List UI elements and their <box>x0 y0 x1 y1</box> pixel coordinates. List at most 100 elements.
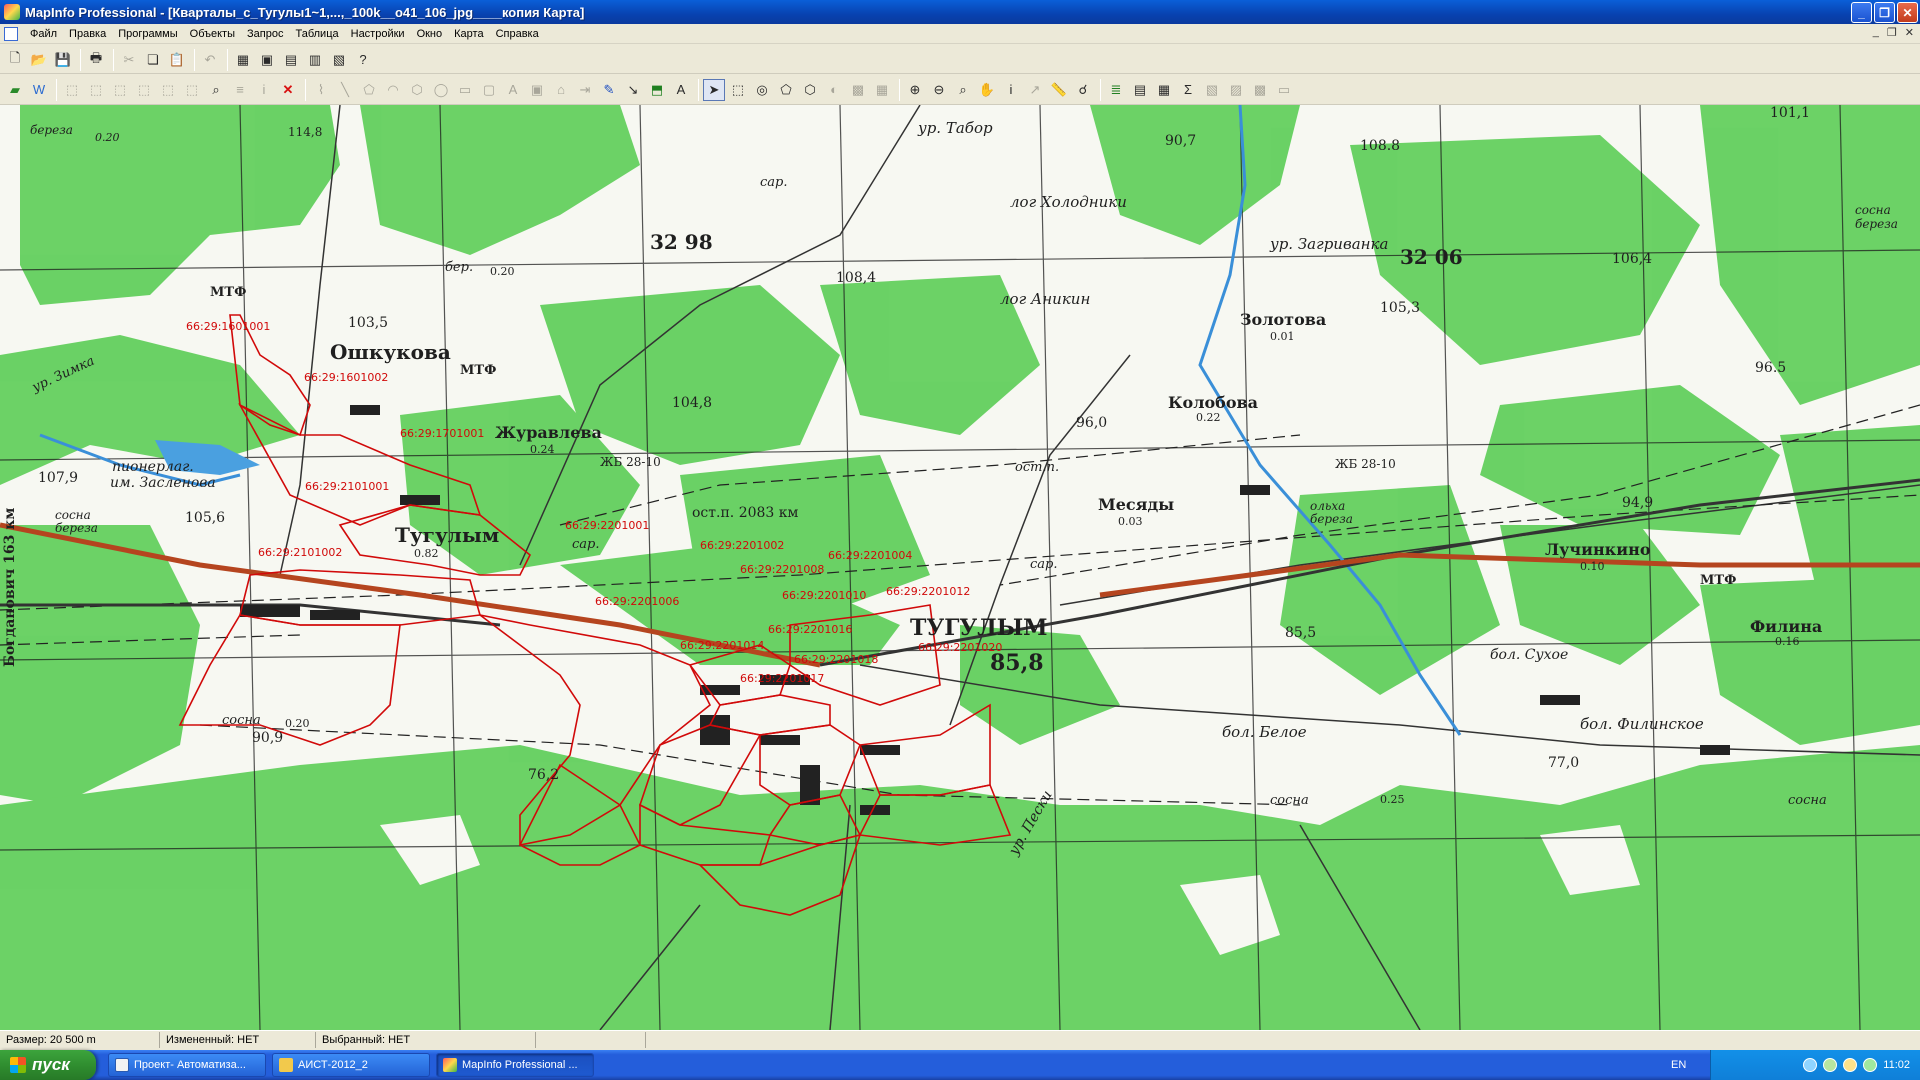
parcel-label[interactable]: 66:29:2101001 <box>305 480 389 493</box>
sum-icon[interactable]: Σ <box>1177 79 1199 101</box>
parcel-label[interactable]: 66:29:2201004 <box>828 549 912 562</box>
grabber-hand-icon[interactable]: ✋ <box>976 79 998 101</box>
change-view-icon[interactable]: ⌕ <box>952 79 974 101</box>
parcel-label[interactable]: 66:29:2201006 <box>595 595 679 608</box>
line-style-icon[interactable]: ⬚ <box>133 79 155 101</box>
line-icon[interactable]: ╲ <box>334 79 356 101</box>
close-button[interactable]: ✕ <box>1897 2 1918 23</box>
parcel-label[interactable]: 66:29:1601001 <box>186 320 270 333</box>
layer-icon[interactable]: ≡ <box>229 79 251 101</box>
menu-objects[interactable]: Объекты <box>184 25 241 43</box>
legend-icon[interactable]: ▩ <box>1249 79 1271 101</box>
rounded-rect-icon[interactable]: ▢ <box>478 79 500 101</box>
menu-file[interactable]: Файл <box>24 25 63 43</box>
restore-button[interactable]: ❐ <box>1874 2 1895 23</box>
reshape-icon[interactable]: ⬚ <box>61 79 83 101</box>
show-legend-icon[interactable]: ▤ <box>1129 79 1151 101</box>
ruler-icon[interactable]: 📏 <box>1048 79 1070 101</box>
document-icon[interactable] <box>4 26 18 41</box>
region-icon[interactable]: ⬡ <box>406 79 428 101</box>
start-button[interactable]: пуск <box>0 1050 96 1080</box>
info-tool-icon[interactable]: i <box>1000 79 1022 101</box>
symbol-style-icon[interactable]: ⬚ <box>109 79 131 101</box>
zoom-out-icon[interactable]: ⊖ <box>928 79 950 101</box>
invert-select-icon[interactable]: ◐ <box>823 79 845 101</box>
parcel-label[interactable]: 66:29:2201016 <box>768 623 852 636</box>
polyline-icon[interactable]: ⌇ <box>310 79 332 101</box>
binoculars-icon[interactable]: ⌕ <box>205 79 227 101</box>
radius-select-icon[interactable]: ◎ <box>751 79 773 101</box>
parcel-label[interactable]: 66:29:2201017 <box>740 672 824 685</box>
parcel-label[interactable]: 66:29:2201008 <box>740 563 824 576</box>
taskbar-item-project[interactable]: Проект- Автоматиза... <box>108 1053 266 1077</box>
frame-icon[interactable]: ▣ <box>526 79 548 101</box>
new-mapper-icon[interactable]: ▣ <box>256 49 278 71</box>
polygon-icon[interactable]: ⬠ <box>358 79 380 101</box>
print-icon[interactable]: 🖶 <box>85 49 107 71</box>
parcel-label[interactable]: 66:29:2201002 <box>700 539 784 552</box>
rectangle-icon[interactable]: ▭ <box>454 79 476 101</box>
clock[interactable]: 11:02 <box>1883 1059 1910 1071</box>
drag-window-icon[interactable]: ⇥ <box>574 79 596 101</box>
add-node-icon[interactable]: ⬚ <box>85 79 107 101</box>
app-icon[interactable] <box>4 4 20 20</box>
menu-window[interactable]: Окно <box>411 25 449 43</box>
text-style-icon[interactable]: ⬚ <box>181 79 203 101</box>
open-table-icon[interactable]: ▰ <box>4 79 26 101</box>
parcel-label[interactable]: 66:29:1701001 <box>400 427 484 440</box>
hotlink-tool-icon[interactable]: ↗ <box>1024 79 1046 101</box>
tray-app-icon[interactable] <box>1863 1058 1878 1072</box>
unselect-icon[interactable]: ▩ <box>847 79 869 101</box>
text-tool-icon[interactable]: A <box>502 79 524 101</box>
copy-icon[interactable]: ❏ <box>142 49 164 71</box>
scalebar-icon[interactable]: ▭ <box>1273 79 1295 101</box>
label-pointer-icon[interactable]: ☌ <box>1072 79 1094 101</box>
undo-icon[interactable]: ↶ <box>199 49 221 71</box>
label-icon[interactable]: A <box>670 79 692 101</box>
mdi-close-button[interactable]: ✕ <box>1905 26 1914 39</box>
menu-map[interactable]: Карта <box>448 25 489 43</box>
layer-control-icon[interactable]: ≣ <box>1105 79 1127 101</box>
arc-icon[interactable]: ◠ <box>382 79 404 101</box>
label-tool-icon[interactable]: ⬒ <box>646 79 668 101</box>
title-bar[interactable]: MapInfo Professional - [Кварталы_с_Тугул… <box>0 0 1920 24</box>
hotlink-icon[interactable]: ✎ <box>598 79 620 101</box>
workspace-icon[interactable]: W <box>28 79 50 101</box>
tray-arrow-icon[interactable] <box>1803 1058 1818 1072</box>
mdi-restore-button[interactable]: ❐ <box>1887 26 1897 39</box>
digitize-icon[interactable]: ↘ <box>622 79 644 101</box>
new-grapher-icon[interactable]: ▤ <box>280 49 302 71</box>
new-browser-icon[interactable]: ▦ <box>232 49 254 71</box>
parcel-label[interactable]: 66:29:2201018 <box>794 653 878 666</box>
info-small-icon[interactable]: i <box>253 79 275 101</box>
graph-select-icon[interactable]: ▦ <box>871 79 893 101</box>
parcel-label[interactable]: 66:29:1601002 <box>304 371 388 384</box>
delete-icon[interactable]: ✕ <box>277 79 299 101</box>
menu-help[interactable]: Справка <box>490 25 545 43</box>
map-window[interactable]: береза 0.20 114,8 ур. Табор лог Холодник… <box>0 105 1920 1030</box>
new-redistrict-icon[interactable]: ▧ <box>328 49 350 71</box>
menu-programs[interactable]: Программы <box>112 25 183 43</box>
new-layout-icon[interactable]: ▥ <box>304 49 326 71</box>
set-clip-icon[interactable]: ▨ <box>1225 79 1247 101</box>
topographic-map[interactable] <box>0 105 1920 1030</box>
minimize-button[interactable]: _ <box>1851 2 1872 23</box>
tray-network-icon[interactable] <box>1823 1058 1838 1072</box>
taskbar-item-aist[interactable]: АИСТ-2012_2 <box>272 1053 430 1077</box>
select-arrow-icon[interactable]: ➤ <box>703 78 725 101</box>
parcel-label[interactable]: 66:29:2201012 <box>886 585 970 598</box>
region-style-icon[interactable]: ⬚ <box>157 79 179 101</box>
symbol-icon[interactable]: ⌂ <box>550 79 572 101</box>
save-icon[interactable]: 💾 <box>52 49 74 71</box>
taskbar-item-mapinfo[interactable]: MapInfo Professional ... <box>436 1053 594 1077</box>
help-icon[interactable]: ? <box>352 49 374 71</box>
menu-table[interactable]: Таблица <box>289 25 344 43</box>
menu-settings[interactable]: Настройки <box>345 25 411 43</box>
tray-shield-icon[interactable] <box>1843 1058 1858 1072</box>
marquee-select-icon[interactable]: ⬚ <box>727 79 749 101</box>
open-folder-icon[interactable]: 📂 <box>28 49 50 71</box>
zoom-in-icon[interactable]: ⊕ <box>904 79 926 101</box>
mdi-minimize-button[interactable]: _ <box>1873 26 1879 39</box>
polygon-select-icon[interactable]: ⬠ <box>775 79 797 101</box>
parcel-label[interactable]: 66:29:2201001 <box>565 519 649 532</box>
